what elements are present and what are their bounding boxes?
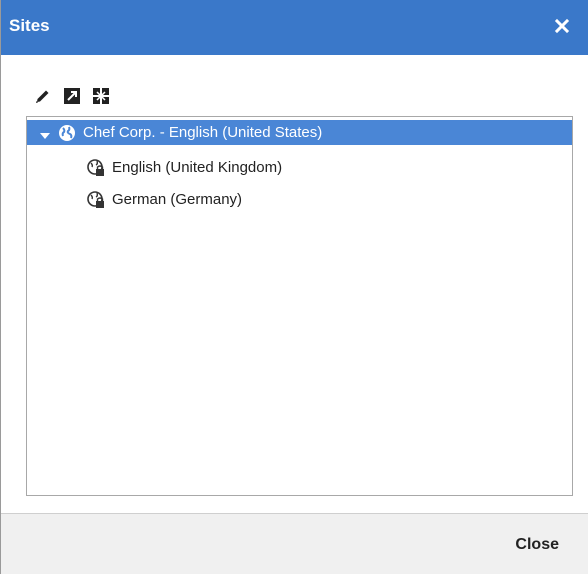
sites-dialog: Sites Chef Corp. - English (United State… <box>0 0 588 574</box>
globe-icon <box>58 124 76 142</box>
locked-globe-icon <box>87 158 105 177</box>
locked-globe-icon <box>87 190 105 209</box>
tree-item-label: German (Germany) <box>112 191 243 208</box>
dialog-titlebar: Sites <box>1 0 588 55</box>
caret-down-icon[interactable] <box>40 128 50 139</box>
sites-tree: Chef Corp. - English (United States) Eng… <box>26 116 573 496</box>
tree-toolbar <box>33 86 111 106</box>
tree-item-label: Chef Corp. - English (United States) <box>83 124 323 141</box>
collapse-icon[interactable] <box>91 86 111 106</box>
tree-item-child[interactable]: German (Germany) <box>27 187 572 212</box>
expand-icon[interactable] <box>62 86 82 106</box>
tree-item-label: English (United Kingdom) <box>112 159 283 176</box>
close-icon[interactable] <box>552 16 572 36</box>
tree-item-root[interactable]: Chef Corp. - English (United States) <box>27 120 572 145</box>
dialog-title: Sites <box>9 16 50 35</box>
tree-item-child[interactable]: English (United Kingdom) <box>27 155 572 180</box>
dialog-footer <box>1 513 588 574</box>
close-button[interactable]: Close <box>515 536 559 554</box>
edit-icon[interactable] <box>33 86 53 106</box>
